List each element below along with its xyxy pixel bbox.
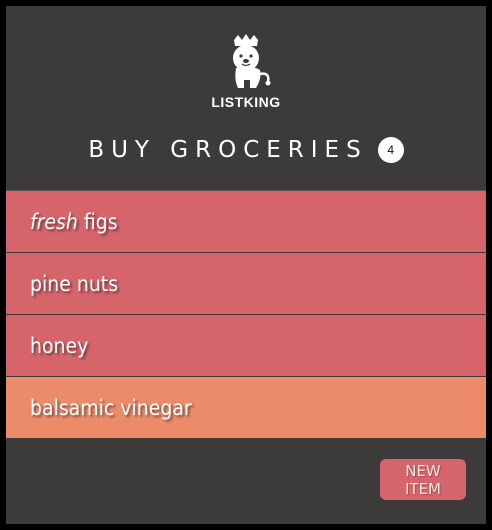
item-count-badge: 4 [377,137,404,163]
list-item-emphasis: fresh [30,209,78,234]
list-item-label: pine nuts [30,271,119,296]
list-item[interactable]: honey [6,315,486,377]
list-header: BUY GROCERIES 4 [6,134,486,166]
list-item-label: figs [83,209,118,234]
list-item-label: honey [30,333,89,358]
grocery-list: fresh figs pine nuts honey balsamic vine… [6,190,486,439]
list-item-label: balsamic vinegar [30,395,192,420]
list-item[interactable]: balsamic vinegar [6,377,486,439]
list-item[interactable]: pine nuts [6,253,486,315]
app-frame: LISTKING BUY GROCERIES 4 fresh figs pine… [6,6,486,524]
crowned-lion-icon [233,34,271,88]
list-item[interactable]: fresh figs [6,191,486,253]
app-logo: LISTKING [6,34,486,110]
app-name: LISTKING [211,94,281,110]
new-item-button[interactable]: NEW ITEM [380,459,466,500]
list-title: BUY GROCERIES [88,137,368,163]
